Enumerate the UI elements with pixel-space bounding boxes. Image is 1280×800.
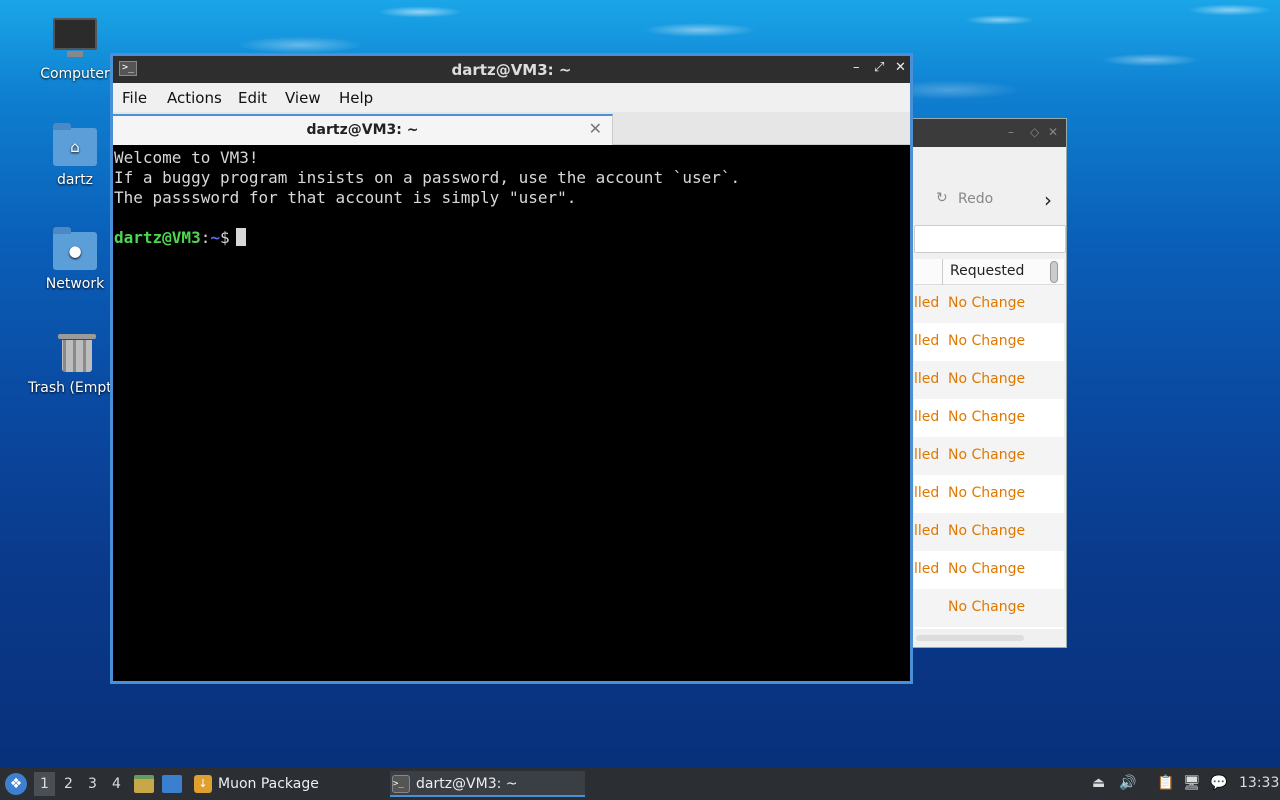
close-tab-icon[interactable]: ✕: [589, 119, 602, 138]
show-desktop-icon[interactable]: [162, 775, 182, 793]
prompt-user: dartz@VM3: [114, 228, 201, 247]
network-icon[interactable]: 🖥: [1183, 775, 1201, 791]
status-cell: lled: [914, 295, 940, 311]
home-folder-icon: ⌂: [53, 123, 97, 166]
muon-icon: ↓: [194, 775, 212, 793]
volume-icon[interactable]: 🔊: [1119, 775, 1136, 791]
table-row[interactable]: lled No Change: [914, 437, 1064, 475]
prompt-line[interactable]: dartz@VM3:~$: [114, 228, 910, 248]
prompt-symbol: $: [219, 228, 230, 247]
requested-cell: No Change: [948, 333, 1026, 349]
eject-icon[interactable]: ⏏: [1092, 775, 1105, 791]
prompt-path: ~: [210, 228, 220, 247]
taskbar: ❖ 1 2 3 4 ↓ Muon Package Manager >_ dart…: [0, 768, 1280, 800]
chevron-right-icon[interactable]: ›: [1044, 188, 1052, 212]
table-row[interactable]: lled No Change: [914, 399, 1064, 437]
table-row[interactable]: lled No Change: [914, 475, 1064, 513]
workspace-1[interactable]: 1: [34, 772, 55, 796]
search-input[interactable]: [914, 225, 1066, 253]
computer-icon: [53, 18, 97, 60]
start-menu-button[interactable]: ❖: [5, 773, 27, 795]
output-line: If a buggy program insists on a password…: [114, 168, 741, 187]
terminal-icon: >_: [392, 775, 410, 793]
network-folder-icon: ●: [53, 227, 97, 270]
menu-view[interactable]: View: [285, 89, 321, 107]
terminal-titlebar[interactable]: >_ dartz@VM3: ~ – ⤢ ✕: [113, 56, 910, 83]
requested-cell: No Change: [948, 371, 1026, 387]
table-row[interactable]: lled No Change: [914, 361, 1064, 399]
table-row[interactable]: lled No Change: [914, 323, 1064, 361]
workspace-3[interactable]: 3: [88, 776, 97, 792]
requested-cell: No Change: [948, 599, 1026, 615]
package-table: Requested lled No Change lled No Change lled…: [914, 259, 1064, 629]
requested-cell: No Change: [948, 561, 1026, 577]
status-cell: lled: [914, 371, 940, 387]
maximize-button[interactable]: ⤢: [874, 60, 884, 75]
redo-icon: ↻: [936, 190, 948, 206]
table-row[interactable]: No Change: [914, 589, 1064, 627]
tab-terminal[interactable]: dartz@VM3: ~ ✕: [113, 114, 613, 145]
close-icon[interactable]: ✕: [1048, 125, 1058, 139]
terminal-output[interactable]: Welcome to VM3! If a buggy program insist…: [114, 146, 910, 681]
table-row[interactable]: lled No Change: [914, 551, 1064, 589]
menu-edit[interactable]: Edit: [238, 89, 267, 107]
status-cell: lled: [914, 485, 940, 501]
menubar: File Actions Edit View Help: [113, 83, 910, 112]
workspace-2[interactable]: 2: [64, 776, 73, 792]
notification-icon[interactable]: 💬: [1210, 775, 1227, 791]
vertical-scrollbar[interactable]: [1050, 261, 1058, 283]
window-title: dartz@VM3: ~: [451, 61, 572, 79]
prompt-separator: :: [200, 228, 211, 247]
trash-icon: [55, 332, 99, 374]
menu-help[interactable]: Help: [339, 89, 373, 107]
minimize-button[interactable]: –: [853, 60, 860, 75]
task-terminal[interactable]: >_ dartz@VM3: ~: [390, 771, 585, 797]
tab-label: dartz@VM3: ~: [306, 122, 419, 138]
requested-cell: No Change: [948, 409, 1026, 425]
status-cell: lled: [914, 333, 940, 349]
muon-titlebar: – ◇ ✕: [906, 119, 1066, 147]
clipboard-icon[interactable]: 📋: [1157, 775, 1174, 791]
table-header[interactable]: Requested: [914, 259, 1064, 285]
requested-cell: No Change: [948, 447, 1026, 463]
task-muon[interactable]: ↓ Muon Package Manager: [192, 771, 384, 797]
tab-bar: dartz@VM3: ~ ✕: [113, 112, 910, 145]
status-cell: lled: [914, 561, 940, 577]
minimize-icon[interactable]: –: [1008, 125, 1014, 139]
output-line: Welcome to VM3!: [114, 148, 259, 167]
requested-cell: No Change: [948, 523, 1026, 539]
output-line: The passsword for that account is simply…: [114, 188, 577, 207]
task-label: dartz@VM3: ~: [416, 776, 518, 792]
requested-column-header[interactable]: Requested: [950, 263, 1024, 279]
horizontal-scrollbar[interactable]: [916, 635, 1024, 641]
task-label: Muon Package Manager: [218, 776, 319, 792]
terminal-window[interactable]: >_ dartz@VM3: ~ – ⤢ ✕ File Actions Edit …: [110, 53, 913, 684]
menu-actions[interactable]: Actions: [167, 89, 222, 107]
requested-cell: No Change: [948, 485, 1026, 501]
table-row[interactable]: lled No Change: [914, 513, 1064, 551]
text-cursor: [235, 228, 246, 246]
file-manager-icon[interactable]: [134, 775, 154, 793]
close-button[interactable]: ✕: [895, 60, 906, 75]
workspace-4[interactable]: 4: [112, 776, 121, 792]
table-row[interactable]: lled No Change: [914, 285, 1064, 323]
clock[interactable]: 13:33: [1239, 775, 1279, 791]
status-cell: lled: [914, 409, 940, 425]
requested-cell: No Change: [948, 295, 1026, 311]
status-cell: lled: [914, 523, 940, 539]
menu-file[interactable]: File: [122, 89, 147, 107]
maximize-icon[interactable]: ◇: [1030, 125, 1039, 139]
status-cell: lled: [914, 447, 940, 463]
muon-window[interactable]: – ◇ ✕ ↻ Redo › Requested lled No Change ll…: [905, 118, 1067, 648]
redo-button[interactable]: Redo: [958, 191, 993, 207]
